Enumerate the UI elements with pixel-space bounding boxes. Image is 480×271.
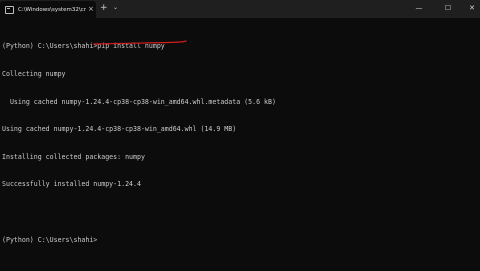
- title-bar: C:\Windows\system32\cmd.e × + ⌄ — ☐ ✕: [0, 0, 480, 18]
- command-text: pip install numpy: [97, 42, 165, 51]
- output-line: Collecting numpy: [2, 70, 66, 78]
- chevron-down-icon[interactable]: ⌄: [113, 5, 118, 11]
- output-line: Installing collected packages: numpy: [2, 152, 145, 161]
- tab-cmd[interactable]: C:\Windows\system32\cmd.e ×: [0, 1, 96, 18]
- tab-title: C:\Windows\system32\cmd.e: [18, 6, 86, 13]
- plus-icon[interactable]: +: [100, 4, 108, 13]
- prompt-line-2: (Python) C:\Users\shahi>: [2, 236, 478, 245]
- minimize-icon[interactable]: —: [408, 2, 430, 14]
- prompt: (Python) C:\Users\shahi>: [2, 42, 98, 51]
- output-line: Using cached numpy-1.24.4-cp38-cp38-win_…: [2, 97, 276, 106]
- output-line: Using cached numpy-1.24.4-cp38-cp38-win_…: [2, 125, 237, 134]
- prompt-line-1: (Python) C:\Users\shahi>pip install nump…: [2, 42, 478, 51]
- terminal-window: C:\Windows\system32\cmd.e × + ⌄ — ☐ ✕ (P…: [0, 0, 480, 271]
- maximize-icon[interactable]: ☐: [437, 2, 459, 14]
- output-line: Successfully installed numpy-1.24.4: [2, 180, 141, 189]
- prompt: (Python) C:\Users\shahi>: [2, 235, 98, 244]
- console-output[interactable]: (Python) C:\Users\shahi>pip install nump…: [2, 24, 478, 263]
- close-icon[interactable]: ×: [88, 6, 94, 13]
- terminal-icon: [5, 5, 14, 14]
- window-close-icon[interactable]: ✕: [461, 2, 480, 14]
